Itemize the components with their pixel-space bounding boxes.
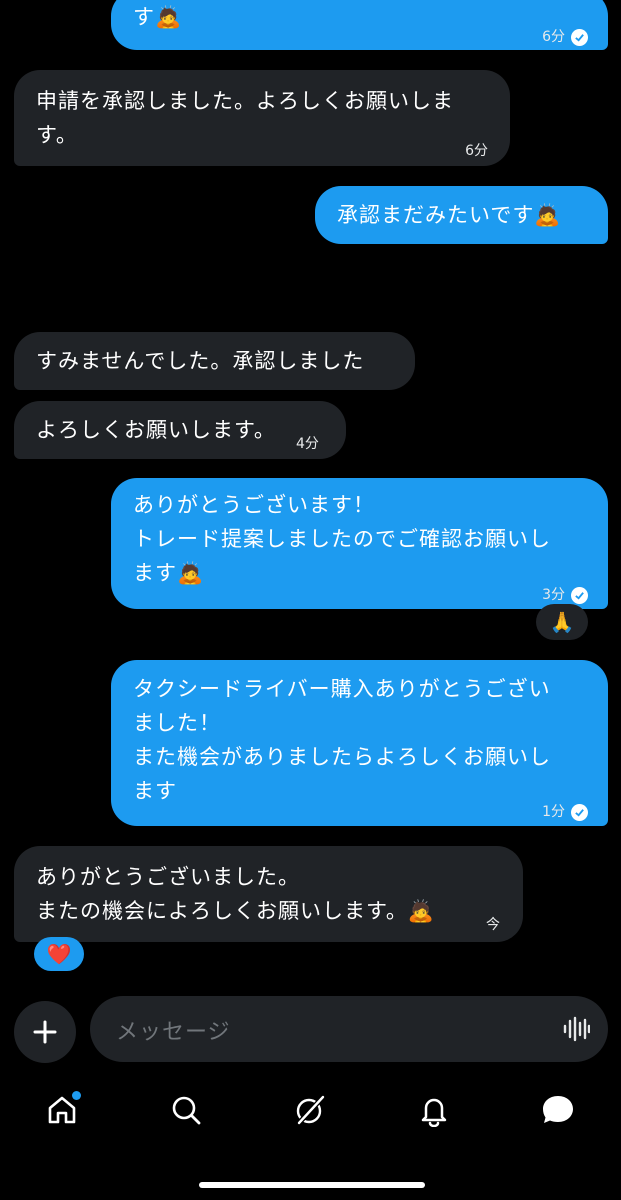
message-text-line: ありがとうございます！: [133, 493, 375, 517]
message-text-line: またの機会によろしくお願いします。🙇: [36, 899, 436, 923]
message-text-line: ます: [133, 779, 177, 803]
message-time: 6分: [542, 29, 565, 45]
message-bubble-sent[interactable]: す🙇 6分: [111, 0, 608, 50]
read-check-icon: [571, 28, 588, 46]
message-text-line: トレード提案しましたのでご確認お願いし: [133, 527, 551, 551]
message-text-line: 承認まだみたいです🙇: [337, 203, 562, 227]
read-check-icon: [571, 586, 588, 604]
message-bubble-sent[interactable]: 承認まだみたいです🙇: [315, 186, 608, 244]
message-time: 4分: [296, 436, 319, 452]
grok-icon: [296, 1095, 325, 1125]
messages-bubble-icon: [543, 1096, 573, 1123]
reaction-pray[interactable]: 🙏: [536, 604, 588, 640]
message-text-line: タクシードライバー購入ありがとうござい: [133, 677, 551, 701]
message-bubble-sent[interactable]: ありがとうございます！ トレード提案しましたのでご確認お願いし ます🙇 3分: [111, 478, 608, 609]
notification-dot: [72, 1091, 81, 1100]
home-indicator[interactable]: [199, 1182, 425, 1188]
message-bubble-sent[interactable]: タクシードライバー購入ありがとうござい ました！ また機会がありましたらよろしく…: [111, 660, 608, 826]
nav-notifications[interactable]: [412, 1088, 456, 1132]
message-text-line: また機会がありましたらよろしくお願いし: [133, 745, 551, 769]
message-time: 今: [486, 917, 500, 933]
message-bubble-received[interactable]: よろしくお願いします。 4分: [14, 401, 346, 459]
message-time: 1分: [542, 804, 565, 820]
message-bubble-received[interactable]: ありがとうございました。 またの機会によろしくお願いします。🙇 今: [14, 846, 523, 942]
message-bubble-received[interactable]: すみませんでした。承認しました: [14, 332, 415, 390]
reaction-heart[interactable]: ❤️: [34, 937, 84, 971]
add-attachment-button[interactable]: [14, 1001, 76, 1063]
voice-waveform-icon[interactable]: [562, 1015, 590, 1043]
message-text-line: ありがとうございました。: [36, 865, 300, 889]
nav-messages[interactable]: [536, 1088, 580, 1132]
search-icon: [172, 1096, 201, 1125]
message-bubble-received[interactable]: 申請を承認しました。よろしくお願いしま す。 6分: [14, 70, 510, 166]
message-text-line: ました！: [133, 711, 221, 735]
pray-emoji-icon: 🙏: [549, 610, 575, 634]
plus-icon: [33, 1020, 57, 1044]
message-text-line: す🙇: [133, 5, 183, 29]
message-input[interactable]: メッセージ: [90, 996, 608, 1062]
nav-grok[interactable]: [288, 1088, 332, 1132]
read-check-icon: [571, 803, 588, 821]
message-text-line: ます🙇: [133, 561, 205, 585]
message-text-line: 申請を承認しました。よろしくお願いしま: [36, 89, 454, 113]
heart-emoji-icon: ❤️: [46, 942, 72, 966]
bell-icon: [421, 1098, 447, 1127]
nav-home[interactable]: [40, 1088, 84, 1132]
message-text-line: よろしくお願いします。: [36, 418, 276, 442]
message-text-line: すみませんでした。承認しました: [36, 349, 365, 373]
message-time: 6分: [465, 143, 488, 159]
message-input-placeholder: メッセージ: [116, 1020, 231, 1045]
message-text-line: す。: [36, 123, 78, 147]
nav-search[interactable]: [164, 1088, 208, 1132]
